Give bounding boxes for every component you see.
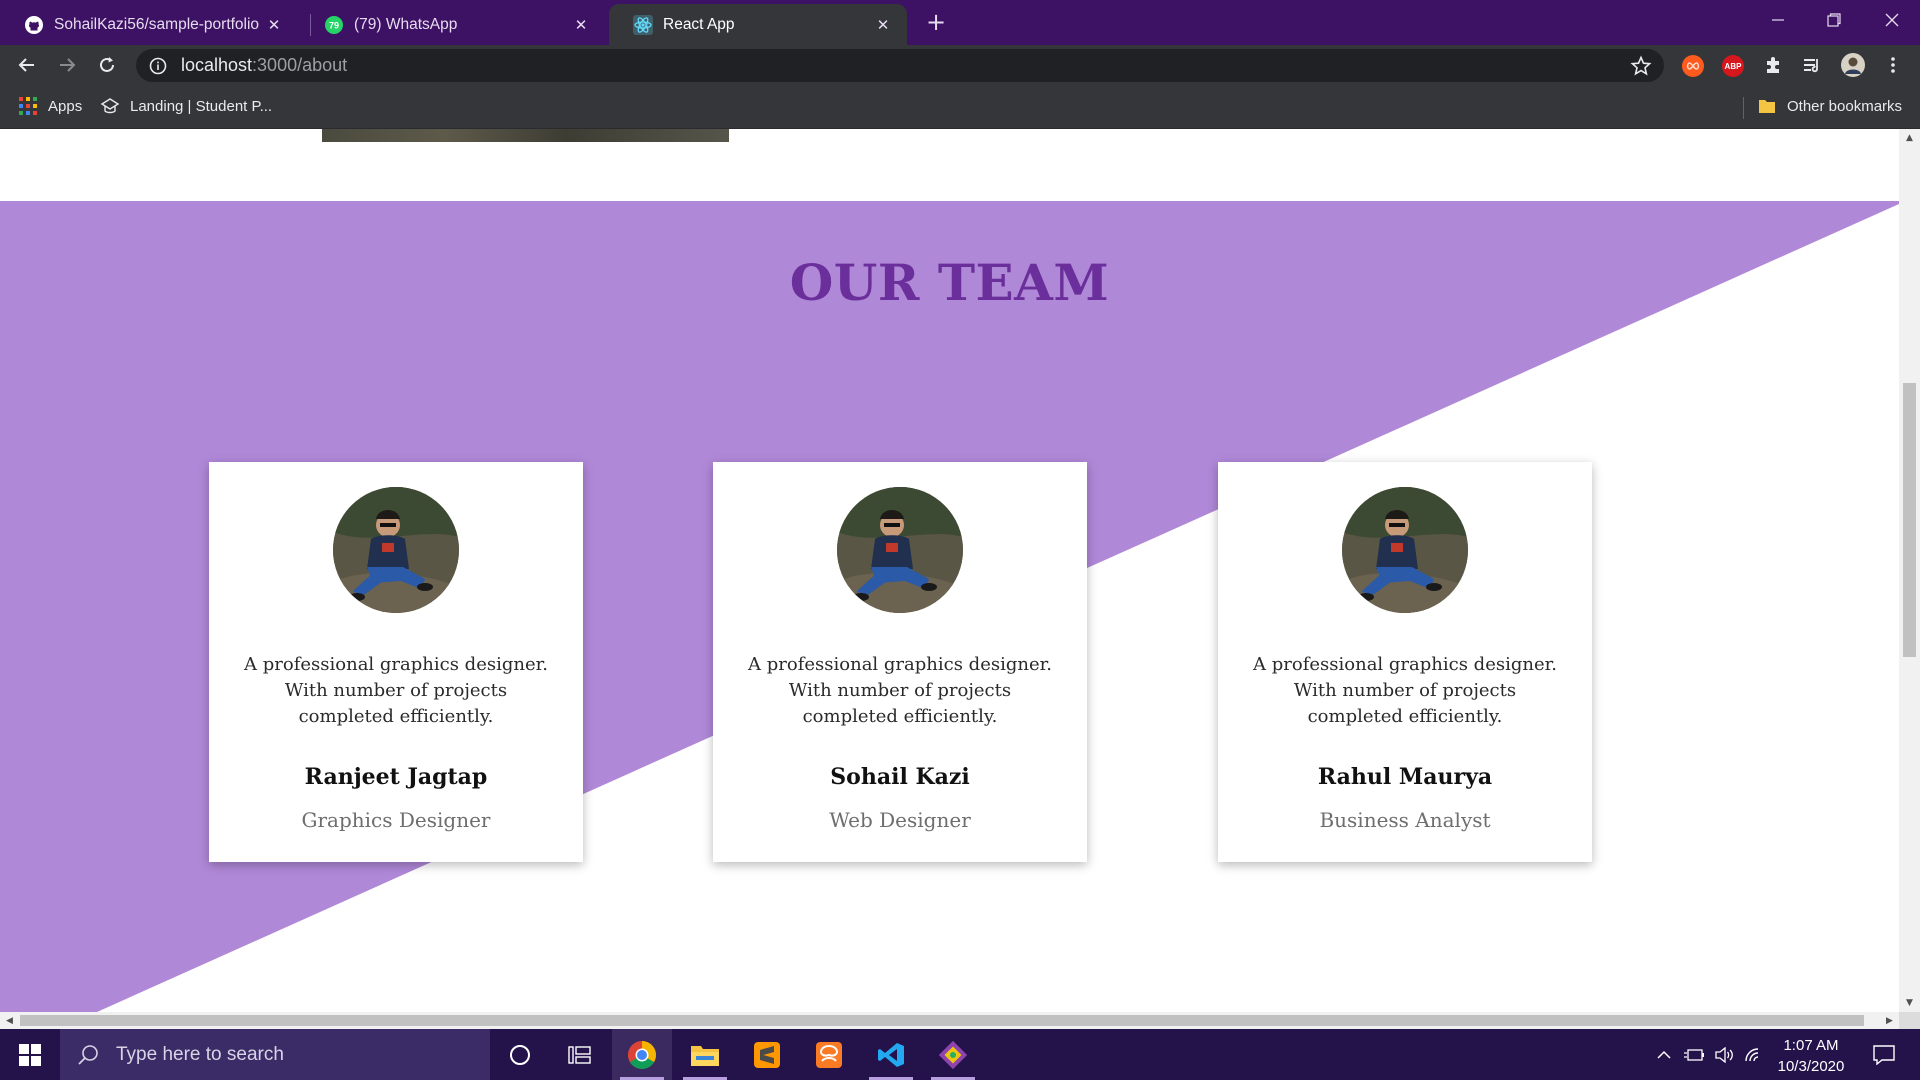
reload-icon [100, 57, 114, 72]
url-host: localhost [181, 55, 253, 75]
back-button[interactable] [12, 50, 42, 80]
cortana-icon[interactable] [490, 1029, 550, 1080]
clock-time: 1:07 AM [1783, 1037, 1839, 1054]
vertical-scrollbar[interactable]: ▲ ▼ [1899, 129, 1920, 1012]
tab-title: (79) WhatsApp [354, 15, 458, 33]
page-viewport: OUR TEAM A professional graphics designe… [0, 129, 1899, 1012]
back-arrow-icon [18, 58, 34, 72]
horizontal-scrollbar[interactable]: ◀ ▶ [0, 1012, 1899, 1029]
show-hidden-icons-chevron-icon[interactable] [1654, 1029, 1674, 1080]
member-avatar [837, 487, 963, 613]
task-view-icon[interactable] [550, 1029, 610, 1080]
tab-close-icon[interactable]: ✕ [873, 15, 893, 35]
github-icon [24, 15, 44, 35]
media-control-icon[interactable] [1797, 50, 1827, 80]
battery-icon[interactable] [1682, 1029, 1706, 1080]
reload-button[interactable] [92, 50, 122, 80]
bookmark-separator [1743, 97, 1744, 119]
member-role: Web Designer [829, 808, 971, 832]
our-team-section: OUR TEAM A professional graphics designe… [0, 201, 1899, 1012]
tab-title: React App [663, 15, 735, 33]
url-text: localhost:3000/about [181, 55, 347, 76]
restore-button[interactable] [1806, 0, 1862, 40]
scrollbar-corner [1899, 1012, 1920, 1029]
bookmarks-bar: Apps Landing | Student P... Other bookma… [0, 85, 1920, 129]
url-path: :3000/about [252, 55, 348, 75]
team-card: A professional graphics designer. With n… [713, 462, 1087, 862]
minimize-button[interactable] [1750, 0, 1806, 40]
windows-taskbar: Type here to search 1:07 AM 10/3/2020 [0, 1029, 1920, 1080]
search-icon [78, 1044, 98, 1065]
site-info-icon[interactable] [149, 57, 167, 75]
search-placeholder: Type here to search [116, 1043, 284, 1065]
close-window-button[interactable] [1864, 0, 1920, 40]
profile-avatar[interactable] [1838, 50, 1868, 80]
react-icon [633, 14, 653, 35]
forward-arrow-icon [60, 58, 76, 72]
scroll-left-arrow-icon[interactable]: ◀ [4, 1015, 15, 1026]
team-card: A professional graphics designer. With n… [209, 462, 583, 862]
vertical-scroll-thumb[interactable] [1903, 383, 1916, 657]
horizontal-scroll-thumb[interactable] [20, 1015, 1864, 1026]
taskbar-search-input[interactable]: Type here to search [60, 1029, 490, 1080]
adblock-plus-icon[interactable]: ABP [1722, 55, 1744, 77]
vscode-icon[interactable] [861, 1029, 921, 1080]
tab-whatsapp[interactable]: 79 (79) WhatsApp ✕ [300, 4, 605, 45]
member-role: Business Analyst [1319, 808, 1491, 832]
member-description: A professional graphics designer. With n… [748, 654, 1052, 727]
xampp-icon[interactable] [799, 1029, 859, 1080]
extensions-puzzle-icon[interactable] [1758, 50, 1788, 80]
member-name: Sohail Kazi [830, 764, 970, 790]
browser-tab-strip: SohailKazi56/sample-portfolio ✕ 79 (79) … [0, 0, 1920, 45]
bookmark-label: Other bookmarks [1787, 97, 1903, 115]
tab-close-icon[interactable]: ✕ [571, 15, 591, 35]
bookmark-apps[interactable]: Apps [18, 95, 82, 117]
extension-infinity-icon[interactable] [1682, 55, 1704, 77]
team-card: A professional graphics designer. With n… [1218, 462, 1592, 862]
notifications-icon[interactable] [1866, 1029, 1902, 1080]
apps-grid-icon [19, 97, 37, 115]
windows-logo-icon [19, 1043, 41, 1066]
abp-label: ABP [1724, 61, 1742, 71]
taskbar-clock[interactable]: 1:07 AM 10/3/2020 [1768, 1035, 1854, 1077]
tab-react-app[interactable]: React App ✕ [609, 4, 907, 45]
bookmark-label: Apps [48, 97, 83, 115]
folder-icon [1759, 100, 1775, 113]
chrome-menu-icon[interactable] [1878, 50, 1908, 80]
member-description: A professional graphics designer. With n… [244, 654, 548, 727]
volume-icon[interactable] [1712, 1029, 1736, 1080]
member-avatar [333, 487, 459, 613]
bookmark-star-icon[interactable] [1630, 55, 1652, 77]
student-portal-icon [100, 98, 120, 114]
whatsapp-icon: 79 [324, 15, 344, 35]
tab-github[interactable]: SohailKazi56/sample-portfolio ✕ [0, 4, 298, 45]
chrome-icon[interactable] [612, 1029, 672, 1080]
member-role: Graphics Designer [301, 808, 491, 832]
clock-date: 10/3/2020 [1777, 1058, 1845, 1075]
browser-toolbar: localhost:3000/about ABP [0, 45, 1920, 85]
team-title: OUR TEAM [789, 253, 1110, 312]
member-name: Ranjeet Jagtap [304, 764, 488, 790]
git-icon[interactable] [923, 1029, 983, 1080]
tab-title: SohailKazi56/sample-portfolio [54, 15, 260, 33]
tab-close-icon[interactable]: ✕ [264, 15, 284, 35]
wifi-icon[interactable] [1742, 1029, 1766, 1080]
file-explorer-icon[interactable] [675, 1029, 735, 1080]
forward-button[interactable] [52, 50, 82, 80]
whatsapp-badge: 79 [329, 20, 339, 30]
bookmark-other[interactable]: Other bookmarks [1757, 95, 1902, 117]
new-tab-button[interactable]: + [921, 7, 951, 37]
bookmark-landing[interactable]: Landing | Student P... [100, 95, 272, 117]
scroll-right-arrow-icon[interactable]: ▶ [1884, 1015, 1895, 1026]
bookmark-label: Landing | Student P... [130, 97, 273, 115]
scroll-up-arrow-icon[interactable]: ▲ [1904, 132, 1915, 143]
start-button[interactable] [0, 1029, 60, 1080]
address-bar[interactable]: localhost:3000/about [136, 49, 1664, 82]
scroll-down-arrow-icon[interactable]: ▼ [1904, 997, 1915, 1008]
about-hero-image [322, 129, 729, 142]
member-name: Rahul Maurya [1317, 764, 1493, 790]
member-description: A professional graphics designer. With n… [1253, 654, 1557, 727]
sublime-text-icon[interactable] [737, 1029, 797, 1080]
member-avatar [1342, 487, 1468, 613]
